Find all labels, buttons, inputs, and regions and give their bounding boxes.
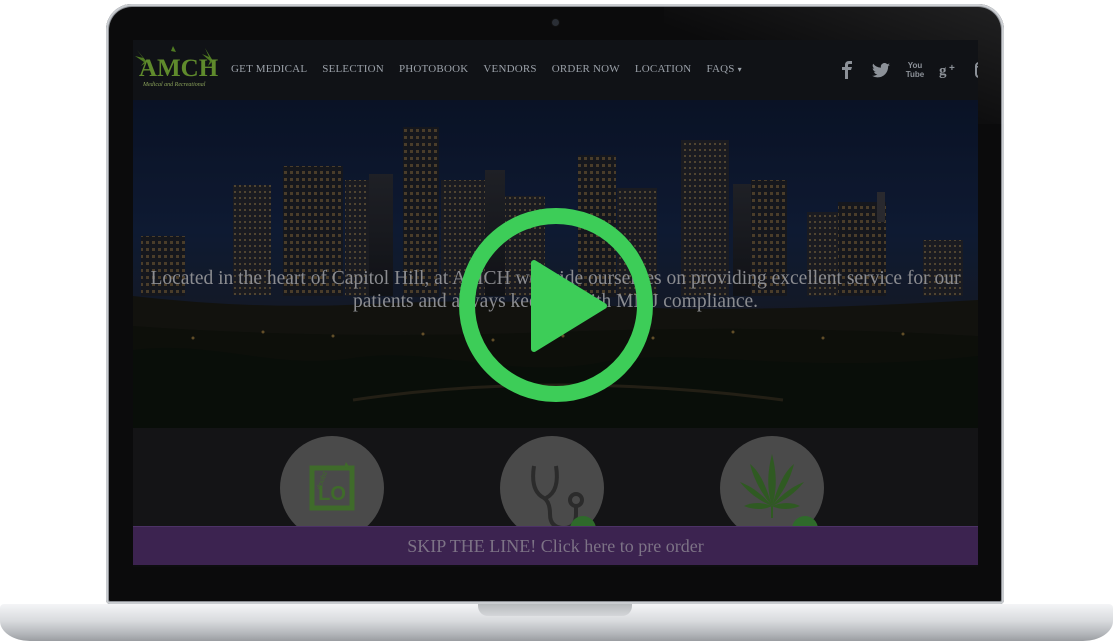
nav-faqs-label: FAQS: [706, 63, 735, 75]
svg-text:g: g: [939, 63, 947, 78]
chevron-down-icon: ▾: [737, 65, 742, 74]
logo-wordmark: AMCH: [139, 55, 219, 82]
logo-tagline: Medical and Recreational: [143, 82, 206, 88]
main-nav: GET MEDICAL SELECTION PHOTOBOOK VENDORS …: [231, 63, 757, 75]
feature-medical[interactable]: [500, 436, 604, 542]
nav-location[interactable]: LOCATION: [635, 63, 692, 75]
feature-doobz[interactable]: LO doobz: [280, 436, 384, 540]
nav-faqs[interactable]: FAQS ▾: [706, 63, 741, 75]
svg-text:Tube: Tube: [906, 70, 925, 79]
svg-text:+: +: [949, 63, 955, 74]
preorder-cta-bar[interactable]: SKIP THE LINE! Click here to pre order: [133, 526, 978, 565]
play-icon: [459, 208, 653, 402]
site-logo[interactable]: AMCH Medical and Recreational: [133, 46, 225, 96]
video-play-button[interactable]: [456, 205, 656, 405]
doobz-logo-icon: LO doobz: [309, 462, 355, 511]
nav-photobook[interactable]: PHOTOBOOK: [399, 63, 468, 75]
facebook-icon[interactable]: [830, 58, 864, 82]
feature-icons-row: LO doobz: [133, 428, 978, 542]
social-links: You Tube g +: [830, 58, 978, 82]
nav-vendors[interactable]: VENDORS: [483, 63, 536, 75]
site-navbar: AMCH Medical and Recreational GET MEDICA…: [133, 40, 978, 100]
svg-text:You: You: [908, 61, 923, 70]
laptop-notch: [478, 604, 632, 616]
instagram-icon[interactable]: [966, 58, 978, 82]
feature-selection[interactable]: [720, 436, 824, 542]
nav-get-medical[interactable]: GET MEDICAL: [231, 63, 307, 75]
youtube-icon[interactable]: You Tube: [898, 58, 932, 82]
twitter-icon[interactable]: [864, 58, 898, 82]
preorder-cta-label: SKIP THE LINE! Click here to pre order: [407, 535, 704, 556]
nav-selection[interactable]: SELECTION: [322, 63, 384, 75]
nav-order-now[interactable]: ORDER NOW: [552, 63, 620, 75]
google-plus-icon[interactable]: g +: [932, 58, 966, 82]
webcam: [552, 19, 559, 26]
